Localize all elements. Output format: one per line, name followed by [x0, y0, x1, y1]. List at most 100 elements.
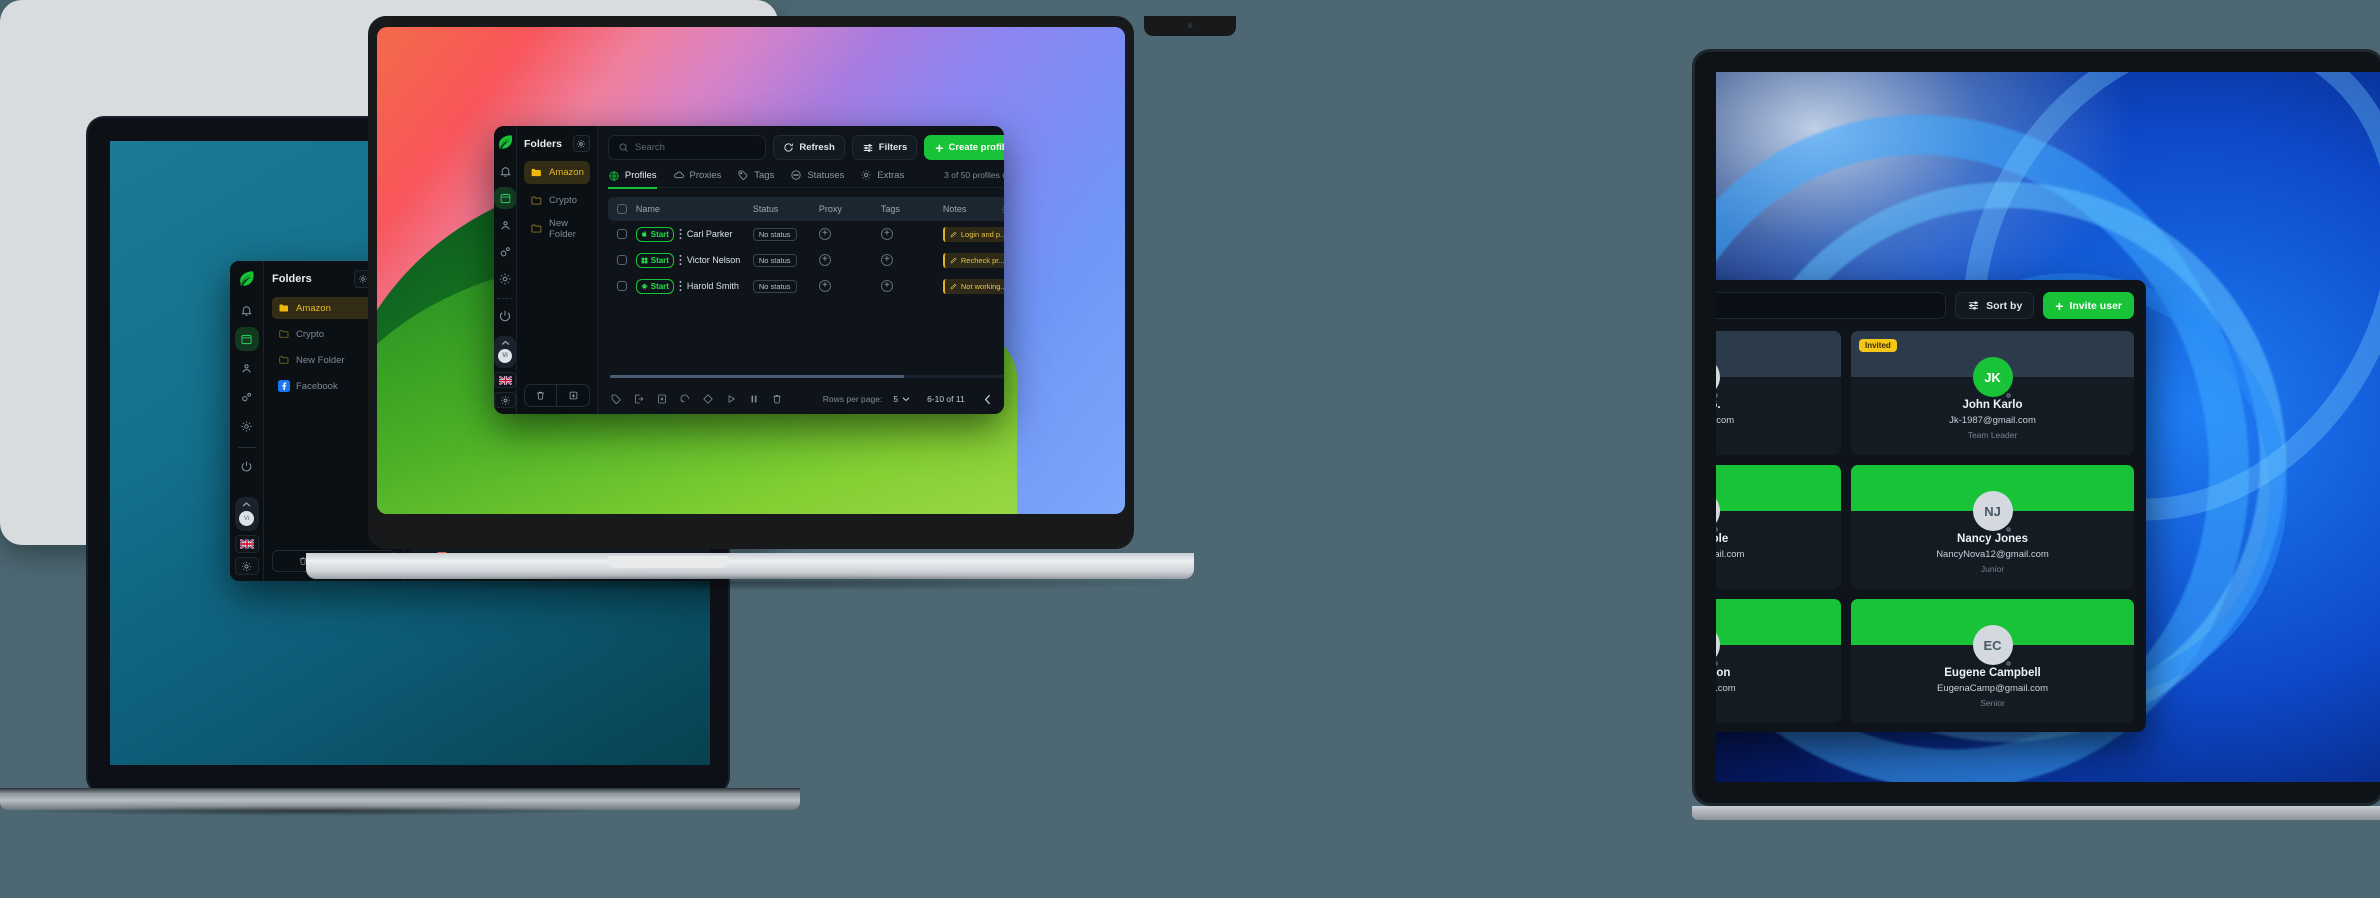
uk-flag-icon[interactable] — [494, 372, 516, 388]
start-button[interactable]: Start — [635, 226, 674, 242]
archive-icon[interactable] — [557, 385, 588, 406]
uk-flag-icon[interactable] — [234, 535, 259, 553]
search-input[interactable]: Search — [607, 135, 767, 160]
trash-icon[interactable] — [771, 393, 783, 405]
plus-icon: + — [2055, 297, 2064, 314]
plus-circle-icon[interactable]: + — [880, 280, 893, 292]
brightness-icon[interactable] — [494, 392, 516, 408]
left-rail-account[interactable]: Vi — [234, 497, 259, 531]
plus-circle-icon[interactable]: + — [818, 280, 831, 292]
bell-icon[interactable] — [235, 298, 259, 322]
column-header-tags[interactable]: Tags — [881, 204, 943, 214]
gear-icon[interactable] — [572, 135, 590, 152]
kebab-icon[interactable] — [679, 228, 682, 240]
user-card[interactable]: EC Eugene Campbell EugenaCamp@gmail.com … — [1851, 599, 2134, 723]
column-header-name[interactable]: Name — [627, 204, 753, 214]
plus-circle-icon[interactable]: + — [880, 254, 893, 266]
user-card[interactable]: NJ Nancy Jones NancyNova12@gmail.com Jun… — [1851, 465, 2134, 589]
sidebar-item-amazon[interactable]: Amazon — [524, 161, 590, 184]
brightness-icon[interactable] — [234, 557, 259, 575]
card-email: Jk-1987@gmail.com — [1949, 415, 2036, 426]
browser-icon[interactable] — [494, 187, 516, 209]
tab-tags[interactable]: Tags — [737, 169, 774, 181]
browser-icon[interactable] — [234, 327, 259, 351]
bottom-toolbar: Rows per page: 5 6-10 of 11 — [598, 384, 1004, 414]
refresh-button[interactable]: Refresh — [773, 135, 845, 160]
row-checkbox[interactable] — [616, 229, 627, 239]
left-rail: Vi — [230, 261, 264, 581]
invite-user-button[interactable]: + Invite user — [2043, 292, 2134, 319]
row-checkbox[interactable] — [616, 255, 627, 265]
note-cell[interactable]: Login and p... — [942, 226, 1004, 242]
row-checkbox[interactable] — [616, 281, 627, 291]
export-icon[interactable] — [633, 393, 645, 405]
chevron-left-icon[interactable] — [984, 394, 992, 405]
user-icon[interactable] — [235, 356, 259, 380]
gear-icon[interactable] — [494, 268, 516, 290]
automation-icon[interactable] — [235, 385, 259, 409]
tag-icon[interactable] — [610, 393, 622, 405]
start-button[interactable]: Start — [635, 252, 674, 268]
folder-label: Crypto — [296, 328, 324, 340]
table-row[interactable]: Start Harold Smith No status + + Not wor… — [608, 273, 1004, 299]
status-badge[interactable]: No status — [752, 279, 797, 293]
filters-button[interactable]: Filters — [851, 135, 918, 160]
table-row[interactable]: Start Victor Nelson No status + + Rechec… — [608, 247, 1004, 273]
sort-by-button[interactable]: Sort by — [1955, 292, 2035, 319]
status-badge[interactable]: No status — [752, 253, 797, 267]
column-header-proxy[interactable]: Proxy — [819, 204, 881, 214]
power-icon[interactable] — [494, 305, 516, 327]
user-card[interactable]: AB iana Poole pei-8687@gmail.com Middle — [1716, 465, 1841, 589]
clone-icon[interactable] — [702, 393, 714, 405]
tab-statuses[interactable]: Statuses — [790, 169, 844, 181]
bell-icon[interactable] — [494, 160, 516, 182]
camera-icon — [1187, 23, 1193, 28]
rows-per-page-value: 5 — [893, 394, 899, 404]
trash-icon[interactable] — [525, 385, 558, 406]
profile-name: Carl Parker — [686, 229, 733, 239]
tab-proxies[interactable]: Proxies — [673, 169, 721, 181]
automation-icon[interactable] — [494, 241, 516, 263]
table-row[interactable]: Start Carl Parker No status + + Login an… — [608, 221, 1004, 247]
user-card[interactable]: AB frey Wilson llaze@gmail.com Middle — [1716, 599, 1841, 723]
account-switcher[interactable]: Vi — [494, 336, 516, 368]
note-cell[interactable]: Recheck pr... — [942, 252, 1004, 268]
gear-icon[interactable] — [1001, 204, 1004, 215]
play-icon[interactable] — [725, 393, 737, 405]
tab-extras[interactable]: Extras — [860, 169, 904, 181]
plus-circle-icon[interactable]: + — [818, 228, 831, 240]
tab-label: Profiles — [624, 170, 657, 181]
gear-icon[interactable] — [235, 414, 259, 438]
note-text: Recheck pr... — [960, 255, 1004, 265]
user-card[interactable]: AB Mary G. arry@gmail.com Middle — [1716, 331, 1841, 455]
plus-circle-icon[interactable]: + — [880, 228, 893, 240]
note-cell[interactable]: Not working... — [942, 278, 1004, 294]
create-profile-button[interactable]: + Create profile — [924, 135, 1004, 160]
import-icon[interactable] — [656, 393, 668, 405]
pause-icon[interactable] — [748, 393, 760, 405]
card-email: llaze@gmail.com — [1716, 683, 1736, 694]
folders-header: Folders — [524, 135, 590, 152]
plus-circle-icon[interactable]: + — [818, 254, 831, 266]
laptop-center-screen: Vi Folders Amazon Crypto New Folder Sear… — [377, 27, 1125, 514]
tab-profiles[interactable]: Profiles — [607, 170, 657, 189]
column-header-notes[interactable]: Notes — [943, 204, 1001, 214]
kebab-icon[interactable] — [679, 280, 682, 292]
top-toolbar: Search Refresh Filters + Create profile — [598, 126, 1004, 160]
power-icon[interactable] — [235, 454, 259, 478]
cloud-icon — [673, 169, 685, 181]
filters-icon — [1967, 299, 1980, 312]
user-card[interactable]: Invited JK John Karlo Jk-1987@gmail.com … — [1851, 331, 2134, 455]
kebab-icon[interactable] — [679, 254, 682, 266]
rows-per-page-select[interactable]: 5 — [893, 394, 910, 404]
select-all-checkbox[interactable] — [616, 204, 627, 214]
start-button[interactable]: Start — [635, 278, 674, 294]
status-badge[interactable]: No status — [752, 227, 797, 241]
right-search-input[interactable] — [1716, 292, 1947, 319]
horizontal-scrollbar[interactable] — [609, 375, 1004, 378]
sidebar-item-crypto[interactable]: Crypto — [524, 189, 590, 212]
user-icon[interactable] — [494, 214, 516, 236]
sync-icon[interactable] — [679, 393, 691, 405]
sidebar-item-new-folder[interactable]: New Folder — [524, 217, 590, 240]
column-header-status[interactable]: Status — [753, 204, 819, 214]
